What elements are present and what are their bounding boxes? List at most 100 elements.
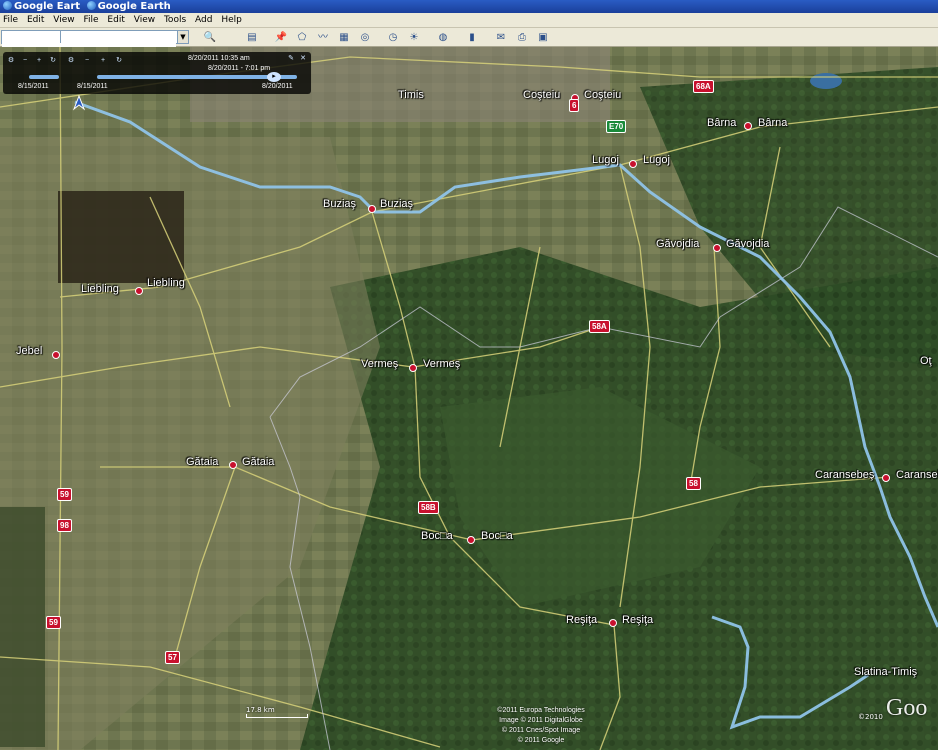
email-icon[interactable]: ✉ bbox=[492, 30, 510, 46]
menu-file[interactable]: File bbox=[3, 15, 18, 25]
place-label[interactable]: Jebel bbox=[16, 345, 42, 357]
place-label[interactable]: Slatina-Timiş bbox=[854, 666, 917, 678]
place-label[interactable]: Liebling bbox=[81, 283, 119, 295]
place-label[interactable]: Caransebeş bbox=[815, 469, 874, 481]
window-title-2: Google Earth bbox=[97, 1, 171, 12]
zoom-out-time-icon-2[interactable]: − bbox=[82, 56, 92, 66]
app-icon bbox=[3, 1, 12, 10]
place-label[interactable]: Coşteiu bbox=[523, 89, 560, 101]
place-label[interactable]: Buziaş bbox=[380, 198, 413, 210]
road-shield: 57 bbox=[165, 651, 180, 664]
place-label[interactable]: Bârna bbox=[707, 117, 736, 129]
search-icon[interactable]: 🔍 bbox=[201, 30, 219, 46]
road-shield: 68A bbox=[693, 80, 714, 93]
time-settings-icon[interactable]: ⚙ bbox=[6, 56, 16, 66]
place-label[interactable]: Boc□a bbox=[481, 530, 513, 542]
print-icon[interactable]: ⎙ bbox=[513, 30, 531, 46]
historical-imagery-icon[interactable]: ◷ bbox=[384, 30, 402, 46]
place-label[interactable]: Lugoj bbox=[643, 154, 670, 166]
place-label[interactable]: Găvojdia bbox=[726, 238, 769, 250]
time-start-label: 8/15/2011 bbox=[18, 83, 49, 90]
navigation-arrow-icon[interactable] bbox=[72, 95, 86, 111]
place-label[interactable]: Oţ bbox=[920, 355, 932, 367]
toolbar: ▼ 🔍 ▤ 📌 ⬠ 〰 ▦ ◎ ◷ ☀ ◍ ▮ ✉ ⎙ ▣ bbox=[0, 28, 938, 49]
town-marker[interactable] bbox=[629, 160, 637, 168]
scale-legend: 17.8 km bbox=[246, 706, 308, 718]
zoom-in-time-icon-2[interactable]: + bbox=[98, 56, 108, 66]
road-shield: E70 bbox=[606, 120, 627, 133]
close-icon[interactable]: ✕ bbox=[298, 54, 308, 64]
zoom-out-time-icon[interactable]: − bbox=[20, 56, 30, 66]
menu-edit-2[interactable]: Edit bbox=[107, 15, 124, 25]
town-marker[interactable] bbox=[609, 619, 617, 627]
town-marker[interactable] bbox=[135, 287, 143, 295]
town-marker[interactable] bbox=[409, 364, 417, 372]
google-logo: Goo bbox=[886, 695, 928, 721]
time-settings-icon-2[interactable]: ⚙ bbox=[66, 56, 76, 66]
place-label[interactable]: Reşiţa bbox=[566, 614, 597, 626]
time-slider[interactable]: ⚙ − + ↻ ⚙ − + ↻ 8/20/2011 10:35 am 8/20/… bbox=[3, 52, 311, 94]
sunlight-icon[interactable]: ☀ bbox=[405, 30, 423, 46]
menu-edit[interactable]: Edit bbox=[27, 15, 44, 25]
maps-icon[interactable]: ▣ bbox=[534, 30, 552, 46]
town-marker[interactable] bbox=[744, 122, 752, 130]
zoom-in-time-icon[interactable]: + bbox=[34, 56, 44, 66]
refresh-time-icon[interactable]: ↻ bbox=[48, 56, 58, 66]
place-label[interactable]: Lugoj bbox=[592, 154, 619, 166]
town-marker[interactable] bbox=[467, 536, 475, 544]
planets-icon[interactable]: ◍ bbox=[434, 30, 452, 46]
road-shield: 58 bbox=[686, 477, 701, 490]
town-marker[interactable] bbox=[713, 244, 721, 252]
credit-line: © 2011 Google bbox=[517, 737, 565, 744]
ruler-icon[interactable]: ▮ bbox=[463, 30, 481, 46]
title-bar: Google Eart Google Earth bbox=[0, 0, 938, 13]
wrench-icon[interactable]: ✎ bbox=[286, 54, 296, 64]
place-label[interactable]: Bârna bbox=[758, 117, 787, 129]
refresh-time-icon-2[interactable]: ↻ bbox=[114, 56, 124, 66]
menu-view[interactable]: View bbox=[53, 15, 74, 25]
town-marker[interactable] bbox=[229, 461, 237, 469]
place-label[interactable]: Gătaia bbox=[242, 456, 274, 468]
road-shield: 59 bbox=[46, 616, 61, 629]
polygon-icon[interactable]: ⬠ bbox=[293, 30, 311, 46]
place-label[interactable]: Caranseb bbox=[896, 469, 938, 481]
menu-tools[interactable]: Tools bbox=[164, 15, 186, 25]
place-label[interactable]: Vermeş bbox=[423, 358, 460, 370]
tour-icon[interactable]: ◎ bbox=[356, 30, 374, 46]
time-end-label: 8/20/2011 bbox=[262, 83, 293, 90]
search-divider bbox=[60, 31, 61, 43]
place-label[interactable]: Timis bbox=[398, 89, 424, 101]
menu-add[interactable]: Add bbox=[195, 15, 212, 25]
place-label[interactable]: Coşteiu bbox=[584, 89, 621, 101]
place-label[interactable]: Boc□a bbox=[421, 530, 453, 542]
imagery-credits: ©2011 Europa Technologies Image © 2011 D… bbox=[476, 706, 606, 746]
sidebar-icon[interactable]: ▤ bbox=[243, 30, 261, 46]
place-label[interactable]: Vermeş bbox=[361, 358, 398, 370]
road-shield: 58B bbox=[418, 501, 439, 514]
search-combo[interactable]: ▼ bbox=[1, 30, 189, 49]
place-label[interactable]: Gătaia bbox=[186, 456, 218, 468]
road-shield: 6 bbox=[569, 99, 580, 112]
town-marker[interactable] bbox=[368, 205, 376, 213]
map-view[interactable]: ⚙ − + ↻ ⚙ − + ↻ 8/20/2011 10:35 am 8/20/… bbox=[0, 47, 938, 750]
menu-help[interactable]: Help bbox=[221, 15, 242, 25]
credit-line: Image © 2011 DigitalGlobe bbox=[499, 717, 583, 724]
road-shield: 58A bbox=[589, 320, 610, 333]
menu-file-2[interactable]: File bbox=[83, 15, 98, 25]
place-label[interactable]: Liebling bbox=[147, 277, 185, 289]
overlay-icon[interactable]: ▦ bbox=[335, 30, 353, 46]
path-icon[interactable]: 〰 bbox=[314, 30, 332, 46]
time-slider-track-1[interactable] bbox=[29, 75, 59, 79]
chevron-down-icon[interactable]: ▼ bbox=[177, 31, 188, 43]
place-label[interactable]: Buziaş bbox=[323, 198, 356, 210]
place-label[interactable]: Reşiţa bbox=[622, 614, 653, 626]
place-label[interactable]: Găvojdia bbox=[656, 238, 699, 250]
town-marker[interactable] bbox=[52, 351, 60, 359]
app-icon bbox=[86, 1, 96, 10]
town-marker[interactable] bbox=[882, 474, 890, 482]
time-slider-handle[interactable]: ▸ bbox=[267, 72, 281, 82]
placemark-icon[interactable]: 📌 bbox=[272, 30, 290, 46]
scale-bar bbox=[246, 714, 308, 718]
road-shield: 59 bbox=[57, 488, 72, 501]
menu-view-2[interactable]: View bbox=[134, 15, 155, 25]
